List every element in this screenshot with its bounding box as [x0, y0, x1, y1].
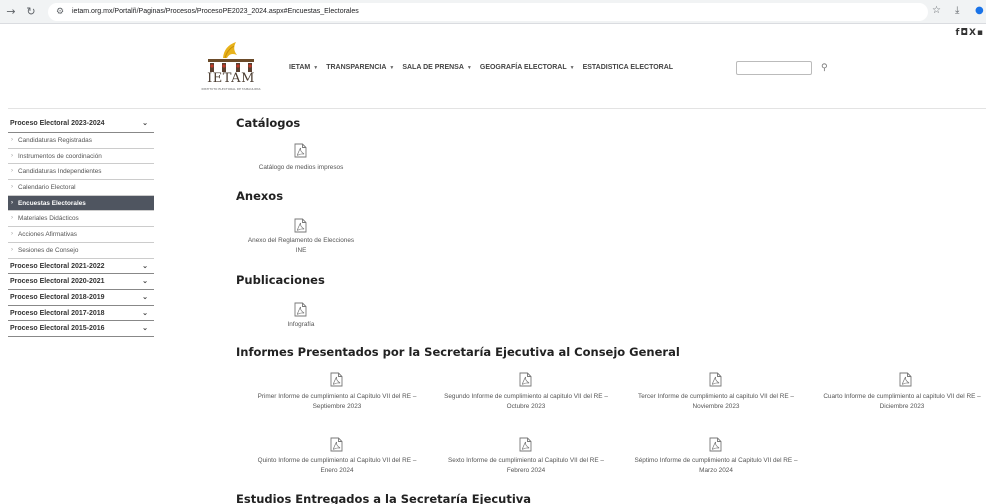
- doc-link-informe-7[interactable]: Séptimo Informe de cumplimiento al Capit…: [628, 456, 804, 476]
- main-nav: IETAM ▼ TRANSPARENCIA ▼ SALA DE PRENSA ▼ GE…: [289, 64, 673, 71]
- pdf-icon[interactable]: [294, 143, 307, 158]
- chevron-right-icon: ›: [11, 215, 13, 222]
- doc-link-informe-2[interactable]: Segundo Informe de cumplimiento al capit…: [439, 392, 613, 412]
- header-divider: [8, 108, 986, 109]
- download-icon[interactable]: ⤓: [955, 4, 959, 18]
- x-icon[interactable]: X: [969, 28, 977, 38]
- sidebar-section-2020-2021[interactable]: Proceso Electoral 2020-2021 ⌄: [8, 274, 154, 290]
- nav-estadistica-electoral[interactable]: ESTADISTICA ELECTORAL: [583, 64, 673, 71]
- doc-link-infografia[interactable]: Infografía: [246, 320, 356, 330]
- pdf-icon[interactable]: [519, 372, 532, 387]
- pdf-icon[interactable]: [294, 302, 307, 317]
- url-text: ietam.org.mx/Portalñ/Paginas/Procesos/Pr…: [72, 8, 359, 15]
- browser-toolbar: → ↻ ⚙ ietam.org.mx/Portalñ/Paginas/Proce…: [0, 0, 986, 24]
- pdf-icon[interactable]: [709, 372, 722, 387]
- sidebar-section-2021-2022[interactable]: Proceso Electoral 2021-2022 ⌄: [8, 259, 154, 275]
- chevron-right-icon: ›: [11, 231, 13, 238]
- section-title-catalogos: Catálogos: [236, 116, 301, 130]
- section-title-publicaciones: Publicaciones: [236, 273, 325, 287]
- doc-link-informe-1[interactable]: Primer Informe de cumplimiento al Capítu…: [252, 392, 422, 412]
- caret-down-icon: ▼: [389, 64, 395, 71]
- pdf-icon[interactable]: [709, 437, 722, 452]
- doc-link-informe-6[interactable]: Sexto Informe de cumplimiento al Capitul…: [439, 456, 613, 476]
- section-title-anexos: Anexos: [236, 189, 284, 203]
- sidebar-item-calendario[interactable]: › Calendario Electoral: [8, 180, 154, 196]
- doc-link-anexo-reglamento[interactable]: Anexo del Reglamento de Elecciones INE: [246, 236, 356, 256]
- section-title-informes: Informes Presentados por la Secretaría E…: [236, 345, 680, 359]
- nav-transparencia[interactable]: TRANSPARENCIA ▼: [326, 64, 394, 71]
- chevron-down-icon: ⌄: [142, 293, 148, 301]
- bookmark-star-icon[interactable]: ☆: [932, 4, 941, 18]
- sidebar-section-2023-2024[interactable]: Proceso Electoral 2023-2024 ⌄: [8, 116, 154, 133]
- doc-link-informe-5[interactable]: Quinto Informe de cumplimiento al Capítu…: [252, 456, 422, 476]
- chevron-right-icon: ›: [11, 168, 13, 175]
- chevron-right-icon: ›: [11, 246, 13, 253]
- logo-graphic: [208, 42, 254, 72]
- doc-link-catalogo-medios[interactable]: Catálogo de medios impresos: [246, 163, 356, 173]
- pdf-icon[interactable]: [330, 372, 343, 387]
- caret-down-icon: ▼: [313, 64, 319, 71]
- forward-icon[interactable]: →: [4, 5, 18, 19]
- chevron-right-icon: ›: [11, 152, 13, 159]
- caret-down-icon: ▼: [466, 64, 472, 71]
- address-bar[interactable]: ⚙ ietam.org.mx/Portalñ/Paginas/Procesos/…: [48, 3, 928, 21]
- chevron-right-icon: ›: [11, 199, 13, 206]
- pdf-icon[interactable]: [899, 372, 912, 387]
- nav-geografia-electoral[interactable]: GEOGRAFÍA ELECTORAL ▼: [480, 64, 575, 71]
- caret-down-icon: ▼: [569, 64, 575, 71]
- chevron-down-icon: ⌄: [142, 262, 148, 270]
- pdf-icon[interactable]: [330, 437, 343, 452]
- sidebar-item-acciones[interactable]: › Acciones Afirmativas: [8, 227, 154, 243]
- chevron-right-icon: ›: [11, 137, 13, 143]
- logo-subtitle: INSTITUTO ELECTORAL DE TAMAULIPAS: [201, 87, 261, 91]
- sidebar-item-materiales[interactable]: › Materiales Didácticos: [8, 211, 154, 228]
- sidebar: Proceso Electoral 2023-2024 ⌄ › Candidatu…: [8, 116, 154, 337]
- chevron-right-icon: ›: [11, 184, 13, 191]
- nav-sala-de-prensa[interactable]: SALA DE PRENSA ▼: [402, 64, 472, 71]
- reload-icon[interactable]: ↻: [24, 5, 38, 19]
- section-title-estudios: Estudios Entregados a la Secretaría Ejec…: [236, 492, 532, 504]
- social-links: f◘X▪: [955, 28, 984, 38]
- nav-ietam[interactable]: IETAM ▼: [289, 64, 318, 71]
- instagram-icon[interactable]: ◘: [960, 28, 969, 38]
- youtube-icon[interactable]: ▪: [977, 28, 984, 38]
- doc-link-informe-4[interactable]: Cuarto Informe de cumplimiento al capitu…: [818, 392, 986, 412]
- doc-link-informe-3[interactable]: Tercer Informe de cumplimiento al capitu…: [628, 392, 804, 412]
- chevron-down-icon: ⌄: [142, 278, 148, 286]
- profile-icon[interactable]: ●: [975, 4, 984, 18]
- pdf-icon[interactable]: [294, 218, 307, 233]
- search-input[interactable]: [736, 61, 812, 75]
- sidebar-item-sesiones[interactable]: › Sesiones de Consejo: [8, 243, 154, 259]
- sidebar-item-instrumentos[interactable]: › Instrumentos de coordinación: [8, 149, 154, 165]
- sidebar-section-2017-2018[interactable]: Proceso Electoral 2017-2018 ⌄: [8, 306, 154, 322]
- sidebar-section-2018-2019[interactable]: Proceso Electoral 2018-2019 ⌄: [8, 290, 154, 306]
- sidebar-item-encuestas[interactable]: › Encuestas Electorales: [8, 195, 154, 212]
- logo-text: IETAM: [207, 71, 255, 86]
- chevron-down-icon: ⌄: [142, 120, 148, 127]
- sidebar-section-2015-2016[interactable]: Proceso Electoral 2015-2016 ⌄: [8, 321, 154, 337]
- chevron-down-icon: ⌄: [142, 309, 148, 317]
- search-icon[interactable]: ⚲: [821, 61, 828, 75]
- sidebar-item-candidaturas-independientes[interactable]: › Candidaturas Independientes: [8, 164, 154, 181]
- chevron-down-icon: ⌄: [142, 325, 148, 333]
- browser-window: → ↻ ⚙ ietam.org.mx/Portalñ/Paginas/Proce…: [0, 0, 986, 504]
- site-info-icon[interactable]: ⚙: [56, 5, 64, 19]
- pdf-icon[interactable]: [519, 437, 532, 452]
- sidebar-item-candidaturas-registradas[interactable]: › Candidaturas Registradas: [8, 133, 154, 149]
